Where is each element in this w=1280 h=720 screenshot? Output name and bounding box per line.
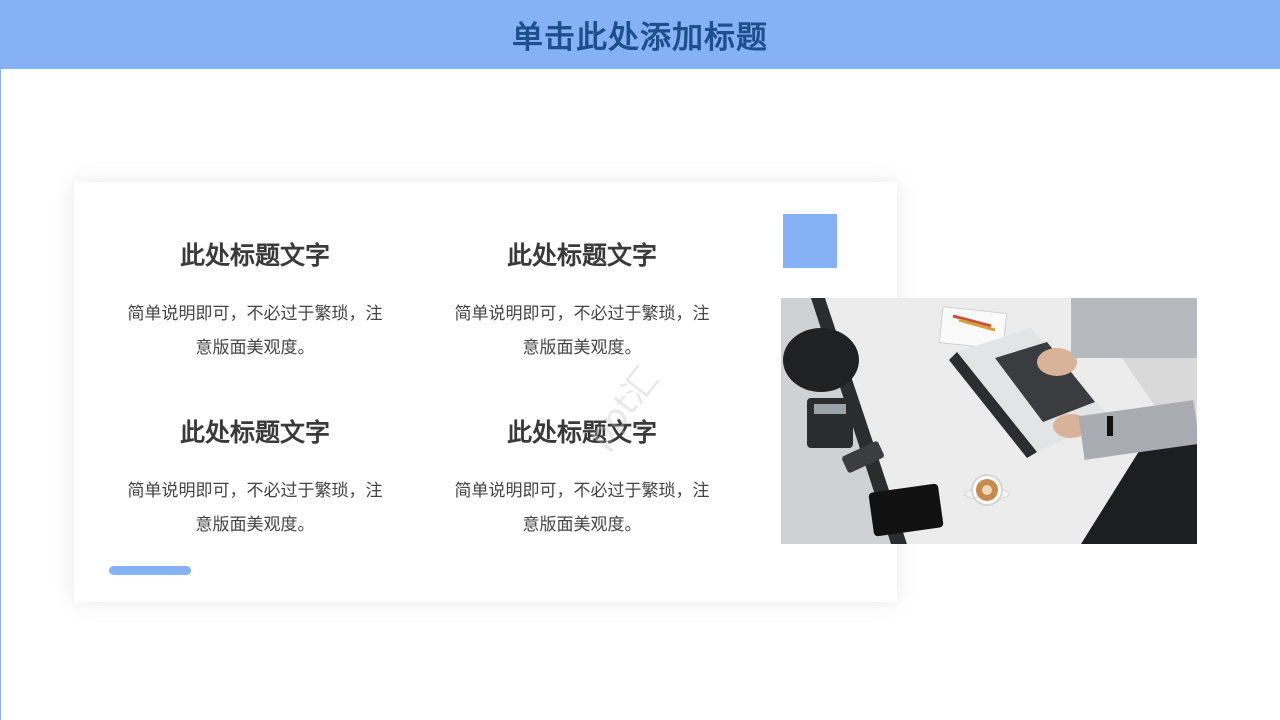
description-line: 意版面美观度。: [195, 515, 315, 535]
description-line: 简单说明即可，不必过于繁琐，注: [454, 481, 710, 501]
feature-item-description[interactable]: 简单说明即可，不必过于繁琐，注 意版面美观度。: [437, 474, 727, 542]
header-bar: 单击此处添加标题: [0, 0, 1280, 69]
feature-item-title[interactable]: 此处标题文字: [110, 239, 400, 273]
left-edge-rule: [0, 0, 1, 720]
feature-item-title[interactable]: 此处标题文字: [110, 416, 400, 450]
feature-item-3: 此处标题文字 简单说明即可，不必过于繁琐，注 意版面美观度。: [110, 416, 400, 542]
feature-item-description[interactable]: 简单说明即可，不必过于繁琐，注 意版面美观度。: [110, 297, 400, 365]
accent-square: [783, 214, 837, 268]
description-line: 简单说明即可，不必过于繁琐，注: [127, 304, 383, 324]
description-line: 意版面美观度。: [195, 338, 315, 358]
description-line: 简单说明即可，不必过于繁琐，注: [127, 481, 383, 501]
feature-item-1: 此处标题文字 简单说明即可，不必过于繁琐，注 意版面美观度。: [110, 239, 400, 365]
feature-item-description[interactable]: 简单说明即可，不必过于繁琐，注 意版面美观度。: [110, 474, 400, 542]
feature-item-4: 此处标题文字 简单说明即可，不必过于繁琐，注 意版面美观度。: [437, 416, 727, 542]
feature-item-title[interactable]: 此处标题文字: [437, 239, 727, 273]
slide-title[interactable]: 单击此处添加标题: [512, 12, 768, 57]
accent-bar: [109, 566, 191, 575]
description-line: 意版面美观度。: [522, 515, 642, 535]
office-desk-photo[interactable]: [781, 298, 1197, 544]
content-card: 此处标题文字 简单说明即可，不必过于繁琐，注 意版面美观度。 此处标题文字 简单…: [74, 182, 897, 602]
